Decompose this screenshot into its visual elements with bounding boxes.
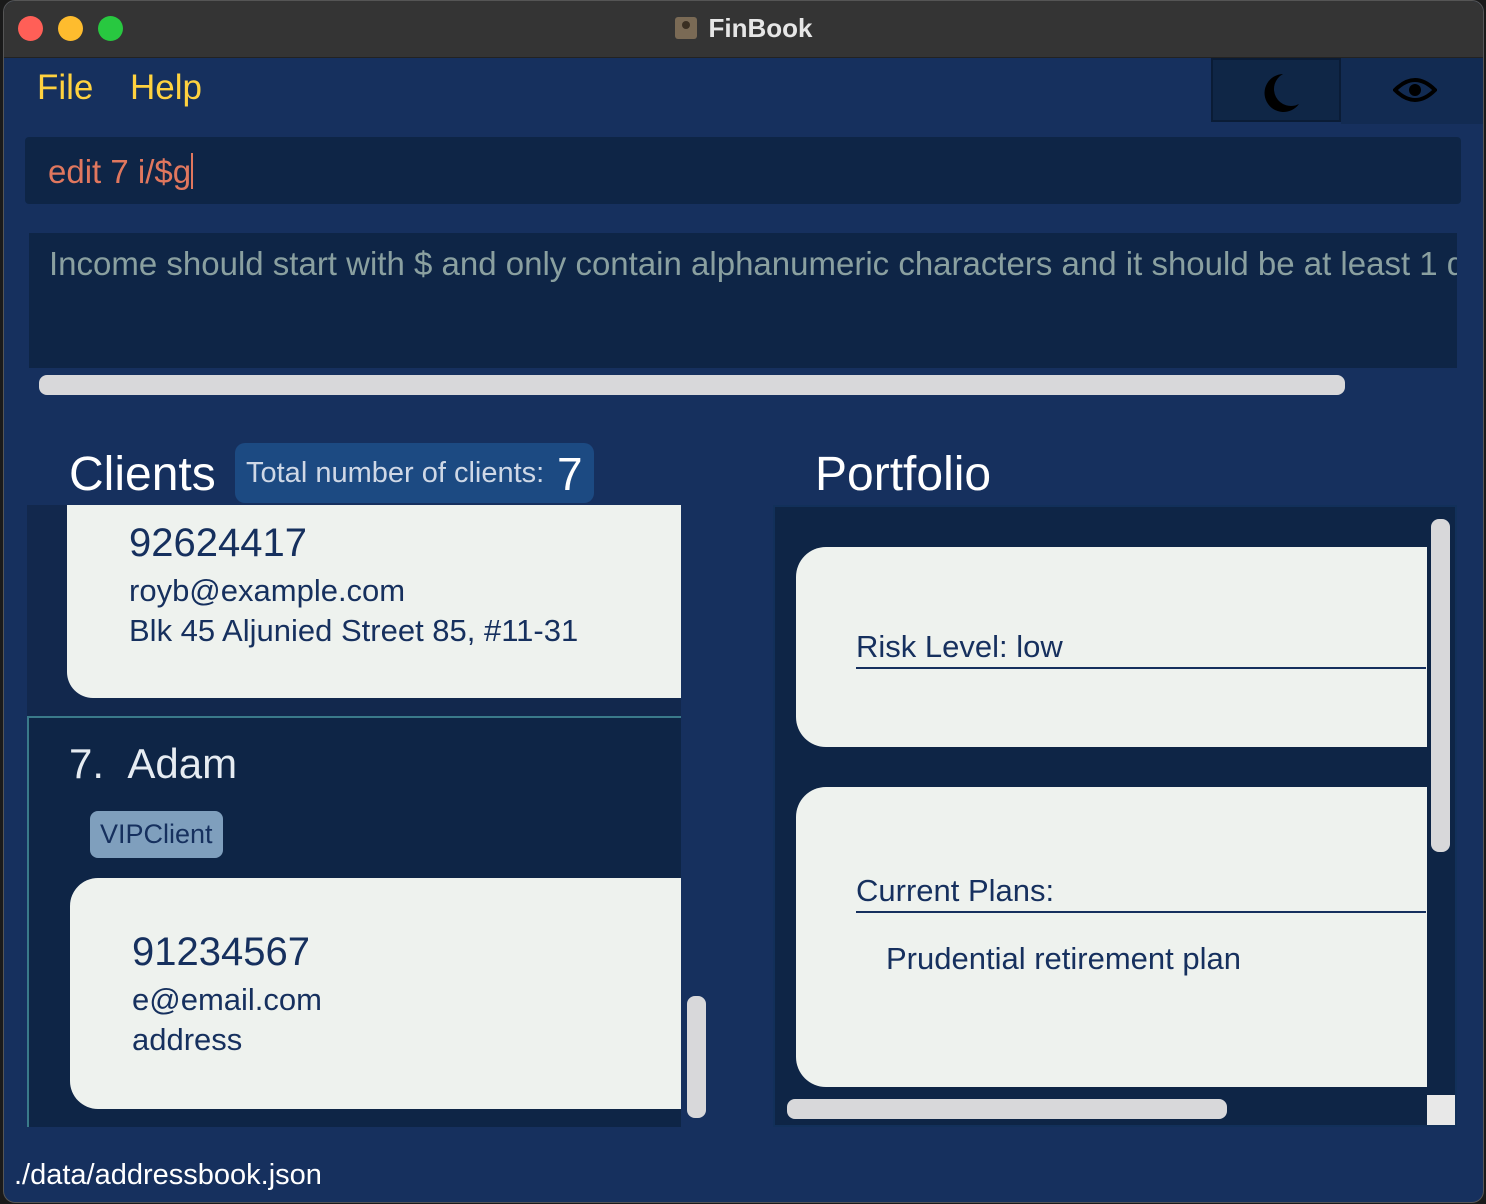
app-icon: [674, 17, 697, 39]
app-window: FinBook File Help edit 7 i/$g Income sho…: [3, 0, 1484, 1203]
portfolio-heading: Portfolio: [815, 448, 992, 501]
client-card-details[interactable]: 92624417 royb@example.com Blk 45 Aljunie…: [67, 505, 681, 698]
command-input[interactable]: edit 7 i/$g: [48, 153, 194, 191]
eye-icon: [1393, 78, 1437, 102]
menu-file[interactable]: File: [37, 68, 93, 108]
current-plans-card: Current Plans: Prudential retirement pla…: [796, 787, 1427, 1087]
client-address: address: [132, 1022, 243, 1057]
client-index: 7.: [69, 740, 105, 787]
theme-toggle-button[interactable]: [1211, 58, 1341, 122]
plan-item: Prudential retirement plan: [886, 941, 1241, 976]
risk-level: Risk Level: low: [856, 629, 1426, 669]
result-display: Income should start with $ and only cont…: [29, 233, 1457, 368]
client-card-details[interactable]: 91234567 e@email.com address: [70, 878, 681, 1109]
clients-heading: Clients: [69, 448, 216, 501]
client-name: 7. Adam: [69, 740, 237, 788]
result-horizontal-scrollbar[interactable]: [39, 375, 1345, 395]
portfolio-panel[interactable]: Risk Level: low Current Plans: Prudentia…: [773, 505, 1457, 1127]
moon-icon: [1264, 74, 1299, 112]
status-bar-path: ./data/addressbook.json: [14, 1159, 322, 1191]
client-count-value: 7: [557, 448, 583, 500]
client-count-label: Total number of clients:: [246, 457, 545, 489]
window-title: FinBook: [4, 13, 1483, 44]
client-list[interactable]: 92624417 royb@example.com Blk 45 Aljunie…: [27, 505, 681, 1127]
client-tag: VIPClient: [90, 811, 223, 858]
client-name-text: Adam: [127, 740, 238, 787]
client-email: royb@example.com: [129, 573, 406, 608]
view-toggle-button[interactable]: [1341, 58, 1483, 124]
client-list-scrollbar[interactable]: [687, 996, 706, 1118]
client-phone: 91234567: [132, 930, 310, 974]
client-address: Blk 45 Aljunied Street 85, #11-31: [129, 613, 579, 648]
window-title-text: FinBook: [708, 13, 813, 43]
command-input-text: edit 7 i/$g: [48, 153, 192, 190]
client-count-badge: Total number of clients: 7: [235, 443, 594, 503]
text-caret: [191, 153, 194, 189]
result-message: Income should start with $ and only cont…: [49, 245, 1457, 282]
command-box[interactable]: edit 7 i/$g: [25, 137, 1461, 204]
portfolio-horizontal-scrollbar[interactable]: [787, 1099, 1227, 1119]
scroll-corner: [1427, 1095, 1455, 1125]
current-plans-heading: Current Plans:: [856, 873, 1426, 913]
client-phone: 92624417: [129, 521, 307, 565]
title-bar: FinBook: [4, 1, 1483, 58]
client-list-item-selected[interactable]: 7. Adam VIPClient 91234567 e@email.com a…: [27, 716, 681, 1127]
client-email: e@email.com: [132, 982, 322, 1017]
menu-help[interactable]: Help: [130, 68, 202, 108]
risk-level-card: Risk Level: low: [796, 547, 1427, 747]
portfolio-vertical-scrollbar[interactable]: [1431, 519, 1450, 852]
